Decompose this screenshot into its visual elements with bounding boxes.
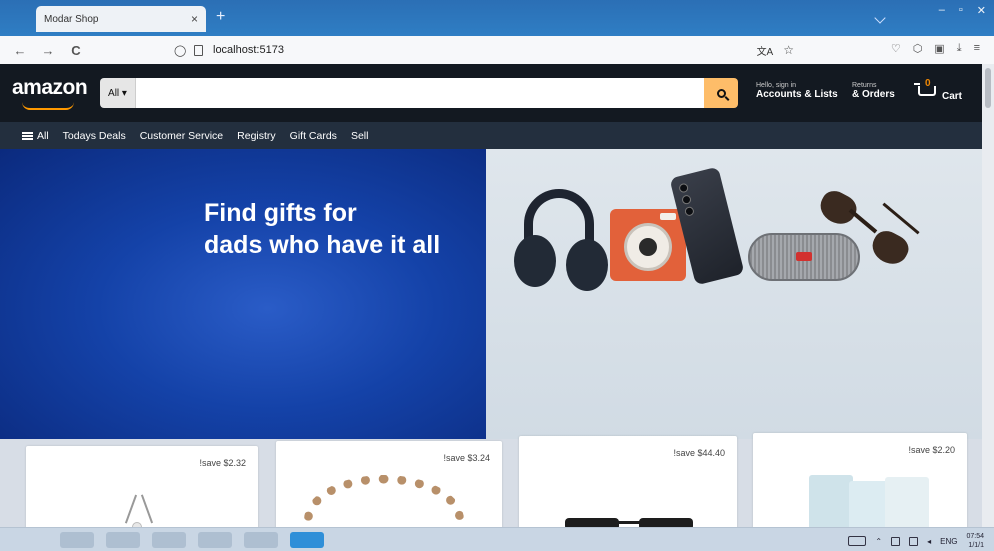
extensions-icon[interactable]: ⬡ xyxy=(913,42,923,55)
forward-button[interactable]: → xyxy=(34,43,62,58)
hero-image-panel xyxy=(486,149,982,439)
pocket-icon[interactable]: ♡ xyxy=(891,42,901,55)
toolbar-right-icons: ♡ ⬡ ▣ ⤓ ≡ xyxy=(891,42,980,55)
window-controls: – ▫ ✕ xyxy=(939,4,986,17)
search-input[interactable] xyxy=(136,78,704,108)
clock-date: 1/1/1 xyxy=(968,542,984,549)
page-info-icon[interactable] xyxy=(194,44,203,56)
account-greeting: Hello, sign in xyxy=(756,82,797,89)
save-label: !save $2.20 xyxy=(908,445,955,455)
tab-list-chevron-icon[interactable] xyxy=(874,12,886,24)
translate-icon[interactable]: 文A xyxy=(757,43,774,58)
cart-icon: 0 xyxy=(914,78,940,102)
system-tray: ⌃ ◂ ENG 07:54 1/1/1 xyxy=(848,532,984,550)
keyboard-icon[interactable] xyxy=(848,536,867,546)
nav-registry[interactable]: Registry xyxy=(237,130,276,142)
reload-button[interactable]: C xyxy=(62,43,90,58)
taskbar-app-button[interactable] xyxy=(60,532,94,548)
clock-time: 07:54 xyxy=(966,533,984,540)
taskbar-app-button[interactable] xyxy=(106,532,140,548)
hamburger-icon xyxy=(22,131,33,140)
amazon-logo[interactable]: amazon xyxy=(12,76,88,100)
address-bar[interactable]: ◯ localhost:5173 文A ☆ xyxy=(174,39,794,61)
maximize-button[interactable]: ▫ xyxy=(959,4,963,17)
search-button[interactable] xyxy=(704,78,738,108)
nav-customer-service[interactable]: Customer Service xyxy=(140,130,223,142)
translate-extension-icon[interactable]: ▣ xyxy=(934,42,944,55)
hero-banner[interactable]: Find gifts for dads who have it all xyxy=(0,149,982,439)
account-menu[interactable]: Hello, sign in Accounts & Lists xyxy=(756,82,838,100)
hero-title: Find gifts for dads who have it all xyxy=(204,199,441,259)
nav-sell[interactable]: Sell xyxy=(351,130,369,142)
taskbar-app-button[interactable] xyxy=(244,532,278,548)
network-icon[interactable] xyxy=(891,536,901,546)
search-bar: All ▾ xyxy=(100,78,738,108)
close-window-button[interactable]: ✕ xyxy=(977,4,986,17)
instant-camera-image xyxy=(610,209,686,281)
logo-smile-icon xyxy=(22,102,74,110)
menu-icon[interactable]: ≡ xyxy=(974,42,980,55)
hero-text-panel: Find gifts for dads who have it all xyxy=(0,149,486,439)
volume-icon[interactable]: ◂ xyxy=(927,537,931,546)
clock[interactable]: 07:54 1/1/1 xyxy=(966,532,984,550)
save-label: !save $44.40 xyxy=(673,448,725,458)
nav-todays-deals[interactable]: Todays Deals xyxy=(63,130,126,142)
battery-icon[interactable] xyxy=(909,536,919,546)
downloads-icon[interactable]: ⤓ xyxy=(957,42,962,55)
cart-label: Cart xyxy=(942,91,963,102)
search-icon xyxy=(716,88,726,98)
tab-close-icon[interactable]: × xyxy=(191,12,198,26)
chevron-up-icon[interactable]: ⌃ xyxy=(875,537,882,546)
site-header: amazon All ▾ Hello, sign in Accounts & L… xyxy=(0,64,982,122)
returns-label: Returns xyxy=(852,82,877,89)
taskbar-apps xyxy=(60,532,324,548)
url-text[interactable]: localhost:5173 xyxy=(213,44,757,56)
nav-gift-cards[interactable]: Gift Cards xyxy=(290,130,337,142)
taskbar-app-button-active[interactable] xyxy=(290,532,324,548)
taskbar-app-button[interactable] xyxy=(198,532,232,548)
account-lists-label: Accounts & Lists xyxy=(756,89,838,100)
bookmark-star-icon[interactable]: ☆ xyxy=(783,43,794,57)
search-category-select[interactable]: All ▾ xyxy=(100,78,136,108)
language-indicator[interactable]: ENG xyxy=(940,537,957,546)
tab-title: Modar Shop xyxy=(44,13,99,25)
screen: Modar Shop × + – ▫ ✕ ← → C ◯ localhost:5… xyxy=(0,0,994,551)
headphones-image xyxy=(514,189,614,291)
save-label: !save $2.32 xyxy=(199,458,246,468)
save-label: !save $3.24 xyxy=(443,453,490,463)
returns-orders-link[interactable]: Returns & Orders xyxy=(852,82,895,100)
new-tab-button[interactable]: + xyxy=(216,8,225,26)
taskbar-app-button[interactable] xyxy=(152,532,186,548)
all-menu-label: All xyxy=(37,129,49,142)
back-button[interactable]: ← xyxy=(6,43,34,58)
shield-icon[interactable]: ◯ xyxy=(174,44,190,57)
minimize-button[interactable]: – xyxy=(939,4,945,17)
browser-tab[interactable]: Modar Shop × xyxy=(36,6,206,32)
browser-tab-strip: Modar Shop × + – ▫ ✕ xyxy=(0,0,994,36)
cart-count: 0 xyxy=(925,78,931,89)
sunglasses-image xyxy=(815,186,920,279)
page-scrollbar[interactable] xyxy=(982,64,994,527)
os-taskbar: ⌃ ◂ ENG 07:54 1/1/1 xyxy=(0,527,994,551)
cart-button[interactable]: 0 Cart xyxy=(914,78,963,102)
sub-navigation: All Todays Deals Customer Service Regist… xyxy=(0,122,982,149)
browser-toolbar: ← → C ◯ localhost:5173 文A ☆ ♡ ⬡ ▣ ⤓ ≡ xyxy=(0,36,994,64)
orders-label: & Orders xyxy=(852,89,895,100)
all-menu-button[interactable]: All xyxy=(22,130,49,142)
scrollbar-thumb[interactable] xyxy=(985,68,991,108)
